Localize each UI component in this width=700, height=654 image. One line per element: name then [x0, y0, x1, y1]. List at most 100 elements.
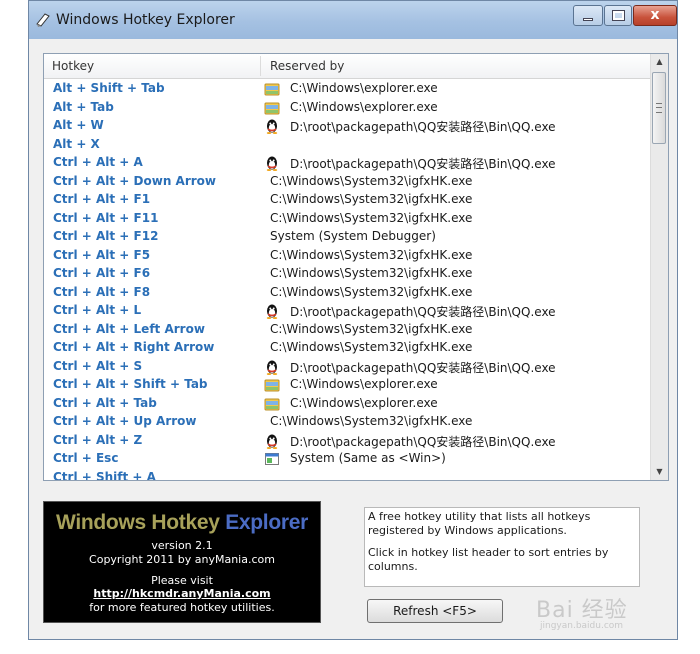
- banner-website-link[interactable]: http://hkcmdr.anyMania.com: [44, 587, 320, 600]
- reserved-by-cell: C:\Windows\System32\igfxHK.exe: [270, 414, 473, 428]
- table-row[interactable]: Ctrl + Alt + F6 C:\Windows\System32\igfxH…: [44, 265, 652, 284]
- reserved-by-cell: C:\Windows\System32\igfxHK.exe: [270, 210, 473, 225]
- hotkey-cell: Ctrl + Alt + S: [53, 358, 143, 373]
- table-row[interactable]: Ctrl + Alt + Shift + Tab C:\Windows\explo…: [44, 376, 652, 395]
- table-row[interactable]: Ctrl + Esc System (Same as <Win>): [44, 450, 652, 469]
- table-row[interactable]: Ctrl + Shift + A: [44, 469, 652, 481]
- qq-penguin-icon: [264, 359, 280, 375]
- info-sort-hint: Click in hotkey list header to sort entr…: [368, 546, 609, 573]
- table-row[interactable]: Ctrl + Alt + F5 C:\Windows\System32\igfxH…: [44, 247, 652, 266]
- scroll-thumb[interactable]: [652, 72, 666, 144]
- hotkey-list[interactable]: Hotkey Reserved by Alt + Shift + Tab C:\W…: [43, 53, 669, 481]
- table-row[interactable]: Ctrl + Alt + L D:\root\packagepath\QQ安装路径…: [44, 302, 652, 321]
- title-bar[interactable]: Windows Hotkey Explorer x: [29, 1, 677, 39]
- hotkey-cell: Ctrl + Esc: [53, 451, 119, 465]
- table-row[interactable]: Ctrl + Alt + F12 System (System Debugger): [44, 228, 652, 247]
- reserved-by-cell: System (Same as <Win>): [290, 451, 446, 465]
- banner-title-part1: Windows Hotkey: [56, 511, 220, 534]
- reserved-by-cell: System (System Debugger): [270, 229, 436, 243]
- hotkey-cell: Alt + X: [53, 136, 100, 151]
- qq-penguin-icon: [264, 155, 280, 171]
- table-row[interactable]: Ctrl + Alt + Tab C:\Windows\explorer.exe: [44, 395, 652, 414]
- hotkey-cell: Ctrl + Alt + A: [53, 155, 143, 169]
- reserved-by-cell: D:\root\packagepath\QQ安装路径\Bin\QQ.exe: [290, 360, 556, 375]
- hotkey-cell: Ctrl + Alt + F1: [53, 192, 151, 206]
- explorer-icon: [264, 100, 280, 116]
- hotkey-cell: Alt + W: [53, 118, 104, 132]
- table-row[interactable]: Ctrl + Alt + S D:\root\packagepath\QQ安装路径…: [44, 358, 652, 377]
- scroll-up-arrow-icon[interactable]: ▲: [651, 54, 668, 70]
- list-rows: Alt + Shift + Tab C:\Windows\explorer.exe…: [44, 80, 652, 481]
- hotkey-cell: Ctrl + Alt + Z: [53, 432, 143, 447]
- baidu-watermark: Bai 经验 jingyan.baidu.com: [532, 590, 682, 636]
- hotkey-cell: Ctrl + Alt + F6: [53, 266, 151, 280]
- table-row[interactable]: Ctrl + Alt + Z D:\root\packagepath\QQ安装路径…: [44, 432, 652, 451]
- hotkey-cell: Alt + Tab: [53, 99, 114, 114]
- qq-penguin-icon: [264, 118, 280, 134]
- banner-more-text: for more featured hotkey utilities.: [89, 601, 275, 614]
- hotkey-cell: Ctrl + Alt + Tab: [53, 395, 157, 410]
- hotkey-cell: Ctrl + Alt + F11: [53, 210, 159, 225]
- explorer-icon: [264, 81, 280, 97]
- table-row[interactable]: Ctrl + Alt + Down Arrow C:\Windows\System…: [44, 173, 652, 192]
- table-row[interactable]: Alt + Shift + Tab C:\Windows\explorer.exe: [44, 80, 652, 99]
- about-banner: Windows Hotkey Explorer version 2.1 Copy…: [43, 501, 321, 623]
- hotkey-cell: Ctrl + Alt + L: [53, 303, 142, 317]
- table-row[interactable]: Alt + Tab C:\Windows\explorer.exe: [44, 99, 652, 118]
- app-window: Windows Hotkey Explorer x Hotkey Reserve…: [28, 0, 678, 640]
- reserved-by-cell: C:\Windows\System32\igfxHK.exe: [270, 284, 473, 299]
- qq-penguin-icon: [264, 303, 280, 319]
- reserved-by-cell: C:\Windows\System32\igfxHK.exe: [270, 266, 473, 280]
- hotkey-cell: Ctrl + Alt + Up Arrow: [53, 414, 197, 428]
- explorer-icon: [264, 396, 280, 412]
- banner-copyright: Copyright 2011 by anyMania.com: [89, 553, 275, 566]
- banner-title: Windows Hotkey Explorer: [44, 511, 320, 535]
- grip-icon: [656, 103, 662, 113]
- explorer-icon: [264, 377, 280, 393]
- info-description: A free hotkey utility that lists all hot…: [368, 510, 591, 537]
- maximize-button[interactable]: [604, 5, 632, 26]
- reserved-by-cell: C:\Windows\System32\igfxHK.exe: [270, 192, 473, 206]
- app-icon: [36, 13, 50, 27]
- reserved-by-cell: C:\Windows\explorer.exe: [290, 377, 438, 391]
- reserved-by-cell: C:\Windows\explorer.exe: [290, 395, 438, 410]
- minimize-button[interactable]: [573, 5, 603, 26]
- table-row[interactable]: Alt + X: [44, 136, 652, 155]
- reserved-by-cell: D:\root\packagepath\QQ安装路径\Bin\QQ.exe: [290, 120, 556, 134]
- hotkey-cell: Alt + Shift + Tab: [53, 81, 165, 95]
- hotkey-cell: Ctrl + Alt + Right Arrow: [53, 340, 215, 354]
- column-header-hotkey[interactable]: Hotkey: [52, 59, 94, 73]
- close-button[interactable]: x: [633, 5, 677, 26]
- table-row[interactable]: Ctrl + Alt + F11 C:\Windows\System32\igfx…: [44, 210, 652, 229]
- banner-title-part2: Explorer: [225, 511, 308, 534]
- table-row[interactable]: Ctrl + Alt + A D:\root\packagepath\QQ安装路径…: [44, 154, 652, 173]
- hotkey-cell: Ctrl + Alt + F5: [53, 247, 151, 262]
- hotkey-cell: Ctrl + Alt + F8: [53, 284, 151, 299]
- table-row[interactable]: Ctrl + Alt + Left Arrow C:\Windows\System…: [44, 321, 652, 340]
- watermark-url: jingyan.baidu.com: [540, 621, 624, 631]
- table-row[interactable]: Ctrl + Alt + F1 C:\Windows\System32\igfxH…: [44, 191, 652, 210]
- reserved-by-cell: C:\Windows\System32\igfxHK.exe: [270, 340, 473, 354]
- table-row[interactable]: Ctrl + Alt + Right Arrow C:\Windows\Syste…: [44, 339, 652, 358]
- list-header: Hotkey Reserved by: [44, 54, 652, 79]
- reserved-by-cell: C:\Windows\explorer.exe: [290, 81, 438, 95]
- close-icon: x: [650, 7, 660, 23]
- hotkey-cell: Ctrl + Alt + Left Arrow: [53, 321, 205, 336]
- scroll-down-arrow-icon[interactable]: ▼: [651, 464, 668, 480]
- qq-penguin-icon: [264, 433, 280, 449]
- table-row[interactable]: Alt + W D:\root\packagepath\QQ安装路径\Bin\QQ…: [44, 117, 652, 136]
- maximize-icon: [612, 10, 625, 21]
- hotkey-cell: Ctrl + Alt + F12: [53, 229, 159, 243]
- banner-visit-text: Please visit: [151, 574, 213, 587]
- column-divider[interactable]: [260, 56, 261, 76]
- reserved-by-cell: C:\Windows\explorer.exe: [290, 99, 438, 114]
- column-header-reserved-by[interactable]: Reserved by: [270, 59, 344, 73]
- hotkey-cell: Ctrl + Alt + Down Arrow: [53, 173, 216, 188]
- table-row[interactable]: Ctrl + Alt + F8 C:\Windows\System32\igfxH…: [44, 284, 652, 303]
- table-row[interactable]: Ctrl + Alt + Up Arrow C:\Windows\System32…: [44, 413, 652, 432]
- refresh-button[interactable]: Refresh <F5>: [367, 599, 503, 623]
- vertical-scrollbar[interactable]: ▲ ▼: [650, 54, 668, 480]
- banner-version: version 2.1: [151, 539, 213, 552]
- reserved-by-cell: C:\Windows\System32\igfxHK.exe: [270, 321, 473, 336]
- hotkey-cell: Ctrl + Alt + Shift + Tab: [53, 377, 208, 391]
